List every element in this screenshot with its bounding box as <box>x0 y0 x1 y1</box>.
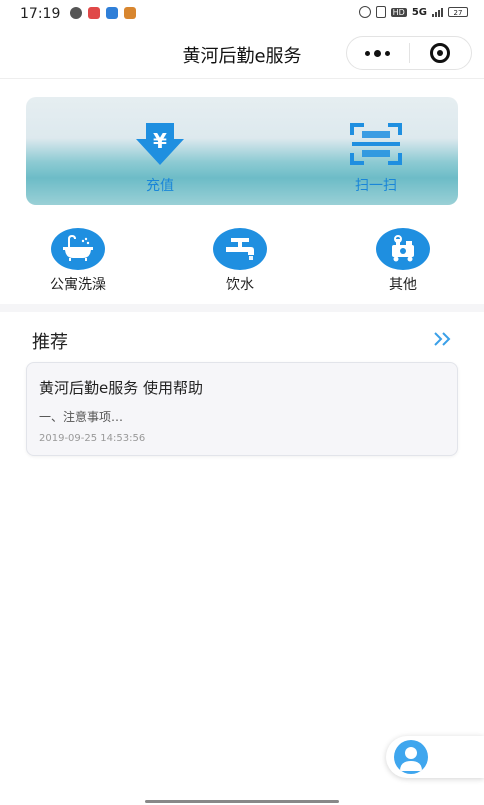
service-bath-label: 公寓洗澡 <box>50 277 106 293</box>
section-divider <box>0 304 484 312</box>
status-indicators: HD 5G 27 <box>358 6 468 18</box>
dot <box>374 49 382 57</box>
service-bath[interactable]: 公寓洗澡 <box>28 228 128 294</box>
alarm-icon <box>358 6 371 18</box>
banner: ¥ 充值 扫一扫 <box>26 97 458 205</box>
article-title: 黄河后勤e服务 使用帮助 <box>39 379 203 397</box>
article-summary: 一、注意事项… <box>39 410 124 424</box>
chat-bubble-icon <box>70 7 82 19</box>
service-other-label: 其他 <box>389 277 417 293</box>
recommend-more-button[interactable] <box>432 328 454 350</box>
bathtub-icon <box>51 228 105 270</box>
mini-program-capsule <box>346 36 472 70</box>
app-icon <box>106 7 118 19</box>
appliance-icon <box>376 228 430 270</box>
customer-service-icon <box>394 740 428 774</box>
hd-badge: HD <box>390 7 407 17</box>
more-menu-button[interactable] <box>347 49 409 57</box>
network-label: 5G <box>411 6 427 18</box>
notification-icons <box>70 7 136 19</box>
service-water[interactable]: 饮水 <box>190 228 290 294</box>
yen-icon: ¥ <box>136 123 184 165</box>
faucet-icon <box>213 228 267 270</box>
target-icon <box>430 43 451 63</box>
dot <box>365 50 371 56</box>
customer-service-button[interactable] <box>386 736 484 778</box>
vibrate-icon <box>375 6 386 18</box>
scan-label: 扫一扫 <box>355 178 397 194</box>
signal-icon <box>432 7 443 17</box>
status-time: 17:19 <box>20 6 61 22</box>
service-grid: 公寓洗澡 饮水 其他 <box>0 228 484 298</box>
article-card[interactable]: 黄河后勤e服务 使用帮助 一、注意事项… 2019-09-25 14:53:56 <box>26 362 458 456</box>
status-bar: 17:19 HD 5G 27 <box>0 0 484 30</box>
recharge-label: 充值 <box>146 178 174 194</box>
recharge-button[interactable]: ¥ 充值 <box>100 121 220 195</box>
svg-text:¥: ¥ <box>153 129 167 153</box>
double-chevron-right-icon <box>434 332 451 346</box>
recommend-title: 推荐 <box>32 332 68 353</box>
service-other[interactable]: 其他 <box>353 228 453 294</box>
home-indicator <box>145 800 339 803</box>
scan-icon <box>350 123 402 165</box>
scan-button[interactable]: 扫一扫 <box>316 121 436 195</box>
service-water-label: 饮水 <box>226 277 254 293</box>
app-icon <box>88 7 100 19</box>
article-timestamp: 2019-09-25 14:53:56 <box>39 433 146 444</box>
dot <box>385 50 391 56</box>
app-icon <box>124 7 136 19</box>
close-mini-program-button[interactable] <box>410 43 472 63</box>
battery-level: 27 <box>453 9 463 17</box>
title-bar: 黄河后勤e服务 <box>0 30 484 79</box>
battery-icon: 27 <box>448 7 468 17</box>
